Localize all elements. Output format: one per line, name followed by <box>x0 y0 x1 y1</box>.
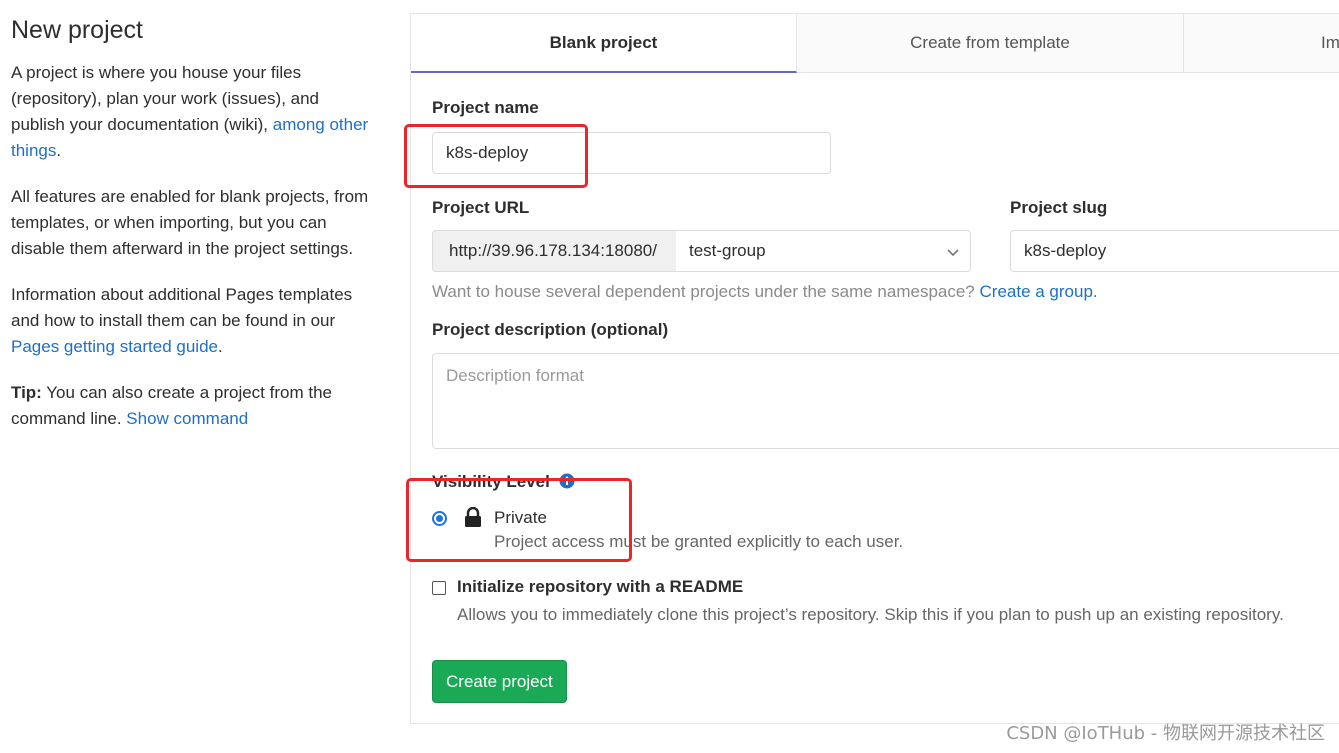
project-type-tabs: Blank project Create from template Im <box>411 14 1339 73</box>
page-title: New project <box>11 16 143 44</box>
info-icon[interactable] <box>559 473 575 489</box>
readme-checkbox[interactable] <box>432 581 446 595</box>
namespace-help: Want to house several dependent projects… <box>432 282 1098 302</box>
show-command-link[interactable]: Show command <box>126 409 248 428</box>
tip-paragraph: Tip: You can also create a project from … <box>11 380 371 432</box>
namespace-value: test-group <box>689 241 766 260</box>
project-slug-label: Project slug <box>1010 198 1108 217</box>
pages-paragraph: Information about additional Pages templ… <box>11 282 371 360</box>
visibility-private-label: Private <box>494 508 547 527</box>
pages-end: . <box>217 337 223 356</box>
project-url-label: Project URL <box>432 198 530 217</box>
pages-text: Information about additional Pages templ… <box>11 285 353 330</box>
lock-icon <box>465 507 481 527</box>
project-url-prefix: http://39.96.178.134:18080/ <box>432 230 677 272</box>
readme-label[interactable]: Initialize repository with a README <box>457 577 743 597</box>
description-label: Project description (optional) <box>432 320 669 339</box>
visibility-label-text: Visibility Level <box>432 472 550 491</box>
new-project-panel: Blank project Create from template Im Pr… <box>410 13 1339 724</box>
tip-label: Tip: <box>11 383 42 402</box>
description-textarea[interactable]: Description format <box>432 353 1339 449</box>
watermark: CSDN @IoTHub - 物联网开源技术社区 <box>1006 723 1325 744</box>
namespace-select[interactable]: test-group <box>676 230 971 272</box>
project-name-input[interactable]: k8s-deploy <box>432 132 831 174</box>
tab-blank-project[interactable]: Blank project <box>411 14 797 73</box>
pages-guide-link[interactable]: Pages getting started guide <box>11 337 218 356</box>
features-paragraph: All features are enabled for blank proje… <box>11 187 369 258</box>
intro-end: . <box>56 141 62 160</box>
tab-create-from-template[interactable]: Create from template <box>797 14 1184 72</box>
visibility-label: Visibility Level <box>432 472 575 492</box>
visibility-private-radio[interactable] <box>432 511 447 526</box>
project-name-label: Project name <box>432 98 539 117</box>
intro-paragraph: A project is where you house your files … <box>11 60 371 164</box>
chevron-down-icon <box>947 249 959 257</box>
create-group-link[interactable]: Create a group. <box>980 282 1098 301</box>
visibility-private-desc: Project access must be granted explicitl… <box>494 532 904 551</box>
project-slug-input[interactable]: k8s-deploy <box>1010 230 1339 272</box>
left-sidebar-info: New project A project is where you house… <box>11 14 371 452</box>
tab-import-project[interactable]: Im <box>1184 14 1339 72</box>
create-project-button[interactable]: Create project <box>432 660 567 703</box>
readme-desc: Allows you to immediately clone this pro… <box>457 605 1284 624</box>
namespace-help-text: Want to house several dependent projects… <box>432 282 975 301</box>
